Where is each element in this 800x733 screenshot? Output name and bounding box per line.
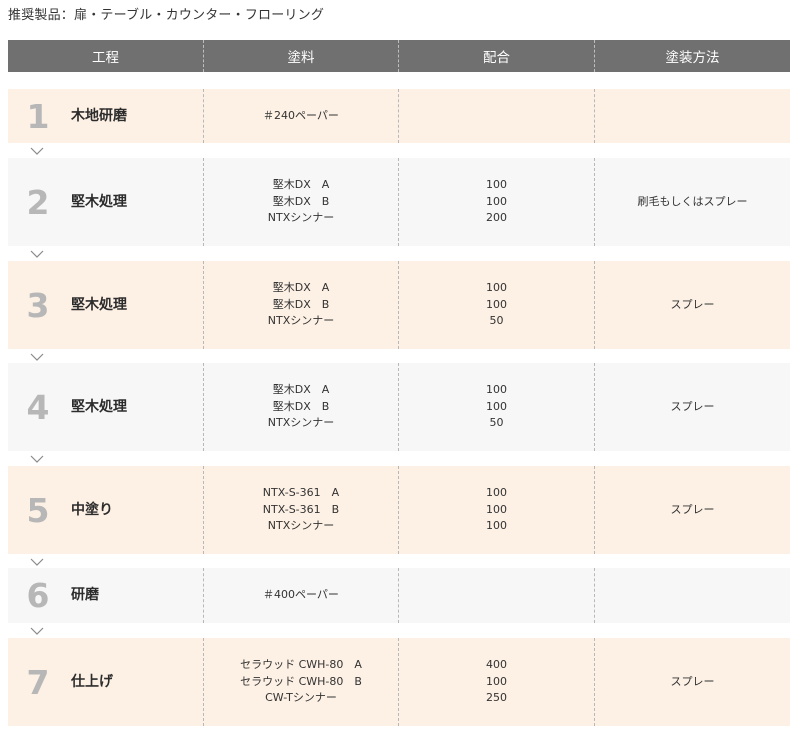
method-text: スプレー xyxy=(670,674,715,688)
paint-cell: セラウッド CWH-80 A セラウッド CWH-80 B CW-Tシンナー xyxy=(204,638,399,726)
method-cell xyxy=(595,89,790,143)
paint-line: 堅木DX B xyxy=(272,399,330,413)
ratio-line: 50 xyxy=(489,314,504,328)
paint-line: ＃240ペーパー xyxy=(263,108,339,122)
step-number: 6 xyxy=(26,576,50,615)
ratio-cell: 100 100 200 xyxy=(399,158,595,246)
ratio-line: 100 xyxy=(486,519,507,533)
step-name: 中塗り xyxy=(71,501,113,518)
step-row: 7 仕上げ セラウッド CWH-80 A セラウッド CWH-80 B CW-Tシンナー… xyxy=(8,638,790,726)
ratio-line: 100 xyxy=(486,674,507,688)
paint-line: NTXシンナー xyxy=(267,416,335,430)
ratio-cell xyxy=(399,568,595,623)
method-text: スプレー xyxy=(670,297,715,311)
paint-cell: ＃240ペーパー xyxy=(204,89,399,143)
step-row: 2 堅木処理 堅木DX A 堅木DX B NTXシンナー 100 100 200 刷毛もしくはス… xyxy=(8,158,790,246)
step-name: 堅木処理 xyxy=(71,193,127,210)
ratio-line: 100 xyxy=(486,486,507,500)
method-text: スプレー xyxy=(670,399,715,413)
ratio-cell: 400 100 250 xyxy=(399,638,595,726)
paint-line: NTXシンナー xyxy=(267,211,335,225)
step-name: 堅木処理 xyxy=(71,296,127,313)
paint-line: 堅木DX A xyxy=(272,383,330,397)
process-cell: 4 堅木処理 xyxy=(8,363,204,451)
step-number: 3 xyxy=(26,285,50,325)
paint-cell: 堅木DX A 堅木DX B NTXシンナー xyxy=(204,363,399,451)
method-text: スプレー xyxy=(670,502,715,516)
step-row: 5 中塗り NTX-S-361 A NTX-S-361 B NTXシンナー 100 100 1… xyxy=(8,466,790,554)
method-cell xyxy=(595,568,790,623)
chevron-down-icon xyxy=(29,556,45,568)
chevron-down-icon xyxy=(29,351,45,363)
ratio-line: 100 xyxy=(486,399,507,413)
ratio-line: 100 xyxy=(486,297,507,311)
chevron-down-icon xyxy=(29,145,45,157)
ratio-cell: 100 100 50 xyxy=(399,363,595,451)
paint-cell: NTX-S-361 A NTX-S-361 B NTXシンナー xyxy=(204,466,399,554)
chevron-down-icon xyxy=(29,453,45,465)
ratio-line: 100 xyxy=(486,178,507,192)
ratio-line: 200 xyxy=(486,211,507,225)
step-number: 1 xyxy=(26,96,50,136)
step-row: 3 堅木処理 堅木DX A 堅木DX B NTXシンナー 100 100 50 スプレー xyxy=(8,261,790,349)
method-cell: 刷毛もしくはスプレー xyxy=(595,158,790,246)
process-cell: 5 中塗り xyxy=(8,466,204,554)
step-number: 4 xyxy=(26,387,50,427)
header-method: 塗装方法 xyxy=(665,50,720,66)
step-number: 2 xyxy=(26,182,50,222)
method-cell: スプレー xyxy=(595,261,790,349)
ratio-line: 400 xyxy=(486,658,507,672)
header-ratio: 配合 xyxy=(399,40,595,72)
step-name: 堅木処理 xyxy=(71,398,127,415)
ratio-line: 100 xyxy=(486,383,507,397)
process-cell: 6 研磨 xyxy=(8,568,204,623)
step-name: 研磨 xyxy=(71,587,99,604)
paint-cell: 堅木DX A 堅木DX B NTXシンナー xyxy=(204,158,399,246)
ratio-line: 100 xyxy=(486,502,507,516)
paint-line: NTXシンナー xyxy=(267,314,335,328)
method-cell: スプレー xyxy=(595,638,790,726)
process-cell: 3 堅木処理 xyxy=(8,261,204,349)
paint-line: CW-Tシンナー xyxy=(265,691,337,705)
step-row: 6 研磨 ＃400ペーパー xyxy=(8,568,790,623)
paint-line: セラウッド CWH-80 A xyxy=(240,658,362,672)
process-cell: 2 堅木処理 xyxy=(8,158,204,246)
process-cell: 1 木地研磨 xyxy=(8,89,204,143)
ratio-cell xyxy=(399,89,595,143)
ratio-line: 50 xyxy=(489,416,504,430)
step-name: 木地研磨 xyxy=(71,107,127,124)
ratio-line: 250 xyxy=(486,691,507,705)
header-paint: 塗料 xyxy=(204,40,399,72)
ratio-line: 100 xyxy=(486,281,507,295)
paint-line: 堅木DX A xyxy=(272,281,330,295)
step-row: 4 堅木処理 堅木DX A 堅木DX B NTXシンナー 100 100 50 スプレー xyxy=(8,363,790,451)
paint-line: ＃400ペーパー xyxy=(263,588,339,602)
ratio-cell: 100 100 50 xyxy=(399,261,595,349)
intro-text: 推奨製品：扉・テーブル・カウンター・フローリング xyxy=(8,8,325,23)
paint-line: セラウッド CWH-80 B xyxy=(240,674,362,688)
step-number: 7 xyxy=(26,662,50,702)
step-number: 5 xyxy=(26,490,50,530)
header-process: 工程 xyxy=(8,40,204,72)
method-cell: スプレー xyxy=(595,466,790,554)
paint-line: 堅木DX B xyxy=(272,194,330,208)
chevron-down-icon xyxy=(29,248,45,260)
paint-line: NTX-S-361 A xyxy=(262,486,340,500)
ratio-cell: 100 100 100 xyxy=(399,466,595,554)
paint-line: NTXシンナー xyxy=(267,519,335,533)
paint-line: NTX-S-361 B xyxy=(262,502,340,516)
paint-line: 堅木DX B xyxy=(272,297,330,311)
method-text: 刷毛もしくはスプレー xyxy=(637,194,748,208)
paint-cell: 堅木DX A 堅木DX B NTXシンナー xyxy=(204,261,399,349)
paint-line: 堅木DX A xyxy=(272,178,330,192)
process-cell: 7 仕上げ xyxy=(8,638,204,726)
chevron-down-icon xyxy=(29,625,45,637)
paint-cell: ＃400ペーパー xyxy=(204,568,399,623)
table-header: 工程 塗料 配合 塗装方法 xyxy=(8,40,790,72)
step-name: 仕上げ xyxy=(71,673,113,690)
step-row: 1 木地研磨 ＃240ペーパー xyxy=(8,89,790,143)
ratio-line: 100 xyxy=(486,194,507,208)
method-cell: スプレー xyxy=(595,363,790,451)
